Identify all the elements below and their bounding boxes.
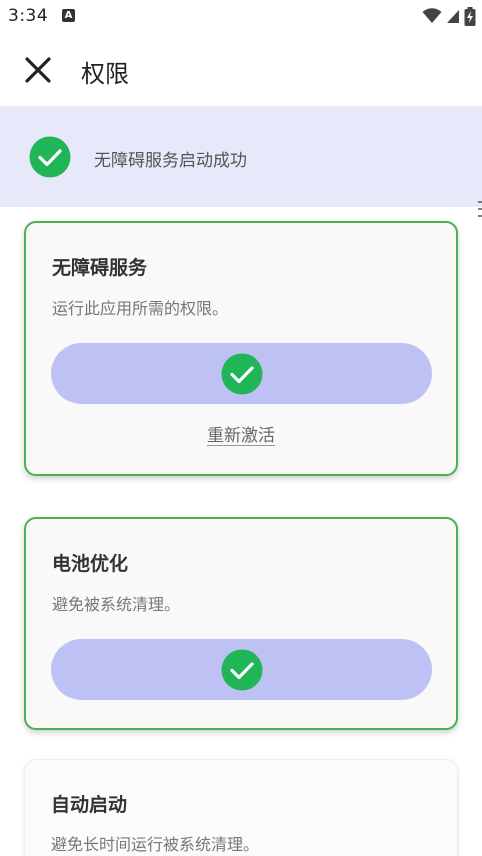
- reactivate-label[interactable]: 重新激活: [207, 426, 275, 446]
- card-description: 避免被系统清理。: [52, 595, 181, 614]
- battery-charging-icon: [464, 6, 476, 26]
- signal-icon: [447, 9, 459, 23]
- battery-status-button[interactable]: [51, 639, 432, 700]
- notification-app-icon: A: [62, 9, 75, 22]
- accessibility-status-button[interactable]: [51, 343, 432, 404]
- status-bar: 3:34 A: [0, 0, 482, 34]
- check-circle-icon: [29, 136, 71, 178]
- card-description: 避免长时间运行被系统清理。: [51, 835, 260, 854]
- card-title: 无障碍服务: [52, 257, 148, 279]
- success-banner: 无障碍服务启动成功: [0, 106, 482, 207]
- card-title: 电池优化: [52, 553, 129, 575]
- card-title: 自动启动: [51, 794, 128, 816]
- battery-optimization-card: 电池优化 避免被系统清理。: [24, 517, 458, 730]
- status-time: 3:34: [8, 6, 49, 26]
- scroll-edge-indicator: [478, 201, 482, 217]
- permissions-screen: 3:34 A 权限 无障碍服务启动成功 无障碍服务 运行此应用所需的权限。 重新…: [0, 0, 482, 856]
- wifi-icon: [422, 8, 442, 23]
- app-bar: 权限: [0, 34, 482, 106]
- check-circle-icon: [221, 649, 262, 690]
- check-circle-icon: [221, 353, 262, 394]
- status-icons: [422, 6, 476, 26]
- card-description: 运行此应用所需的权限。: [52, 299, 229, 318]
- auto-start-card: 自动启动 避免长时间运行被系统清理。: [24, 759, 458, 856]
- page-title: 权限: [81, 60, 129, 88]
- reactivate-link[interactable]: 重新激活: [26, 421, 456, 446]
- accessibility-service-card: 无障碍服务 运行此应用所需的权限。 重新激活: [24, 221, 458, 476]
- close-button[interactable]: [18, 50, 58, 90]
- close-icon: [25, 57, 51, 83]
- banner-message: 无障碍服务启动成功: [94, 151, 247, 171]
